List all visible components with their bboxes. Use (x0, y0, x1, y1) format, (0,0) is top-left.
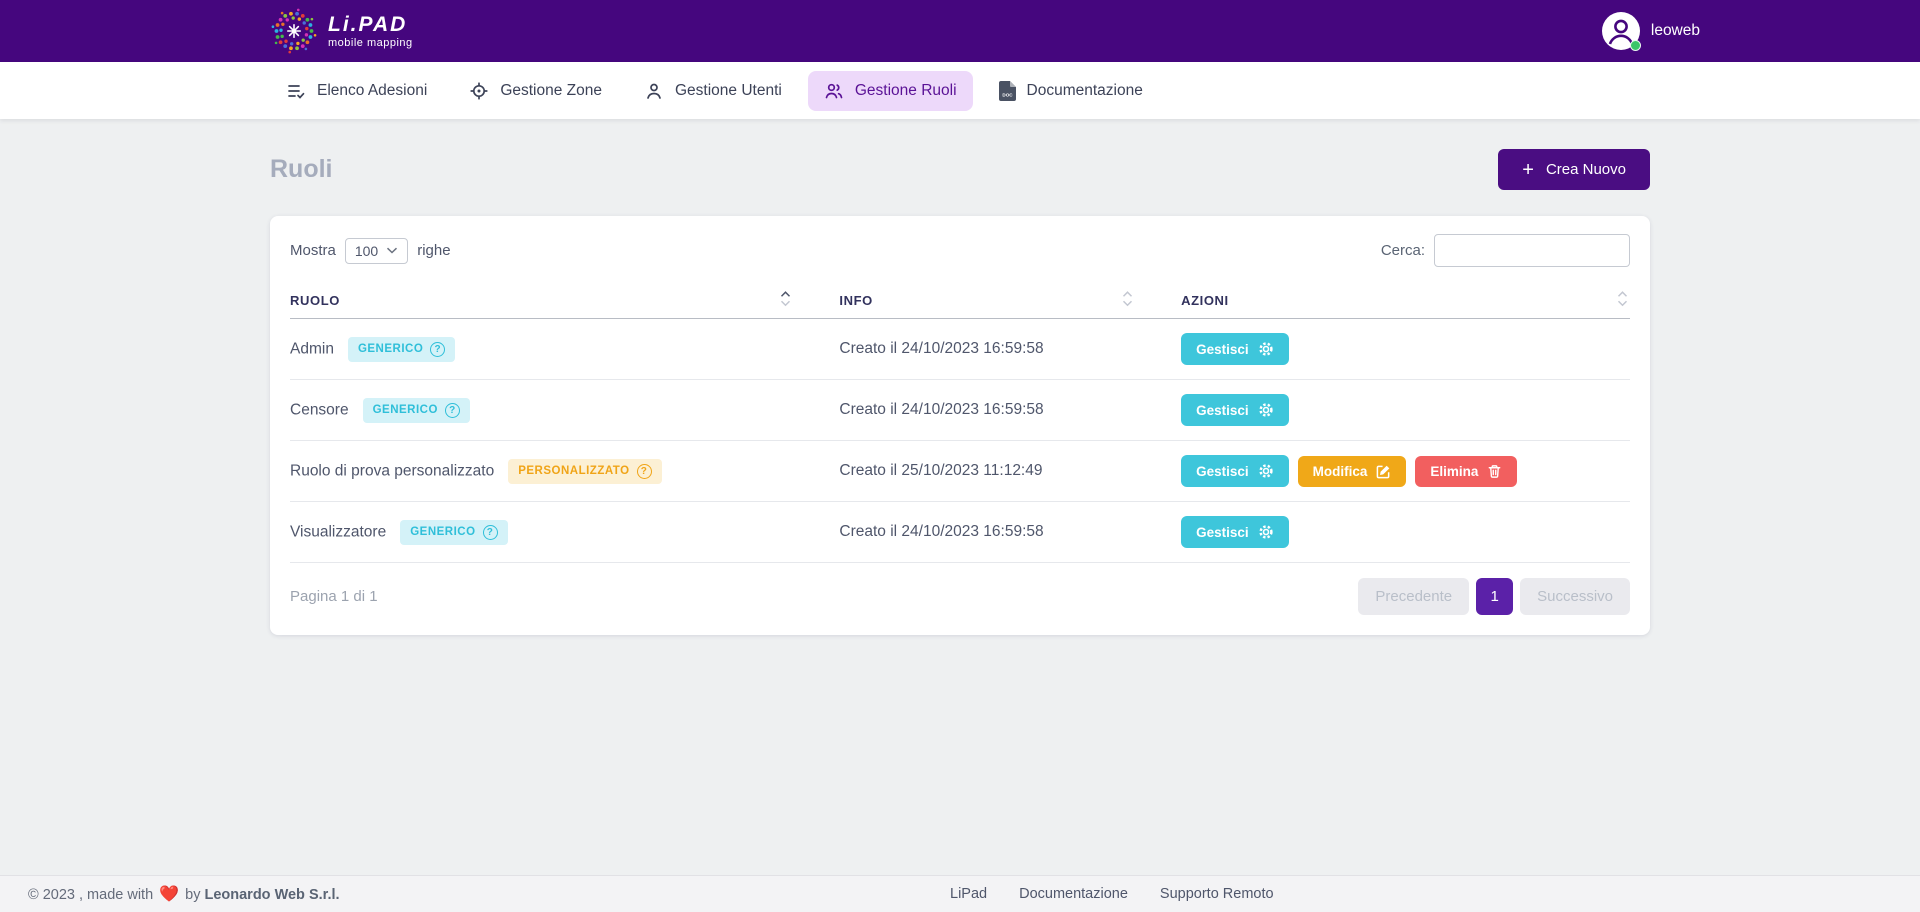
nav-documentazione[interactable]: DOC Documentazione (983, 71, 1159, 111)
nav-label: Elenco Adesioni (317, 82, 427, 100)
role-name: Ruolo di prova personalizzato (290, 462, 494, 479)
sort-icons (1122, 290, 1133, 306)
page-title: Ruoli (270, 155, 333, 184)
column-header-ruolo[interactable]: RUOLO (290, 281, 839, 319)
gear-icon (1258, 463, 1274, 479)
role-type-badge: PERSONALIZZATO? (508, 459, 661, 484)
table-row: Visualizzatore GENERICO? Creato il 24/10/2… (290, 502, 1630, 563)
role-type-badge: GENERICO? (348, 337, 455, 362)
sort-icons (780, 290, 791, 306)
next-page-button[interactable]: Successivo (1520, 578, 1630, 615)
online-status-dot (1630, 40, 1641, 51)
heart-icon: ❤️ (159, 886, 179, 903)
doc-file-icon: DOC (999, 81, 1016, 101)
created-at-text: Creato il 24/10/2023 16:59:58 (839, 523, 1043, 540)
footer-link-supporto-remoto[interactable]: Supporto Remoto (1160, 886, 1274, 902)
help-icon[interactable]: ? (445, 403, 460, 418)
footer-link-documentazione[interactable]: Documentazione (1019, 886, 1128, 902)
column-header-info[interactable]: INFO (839, 281, 1181, 319)
roles-card: Mostra 100 righe Cerca: (270, 216, 1650, 635)
table-row: Ruolo di prova personalizzato PERSONALIZZ… (290, 441, 1630, 502)
edit-icon (1376, 464, 1391, 479)
roles-table-body: Admin GENERICO? Creato il 24/10/2023 16:59… (290, 319, 1630, 563)
lipad-logo-icon (270, 7, 318, 55)
page-1-button[interactable]: 1 (1476, 578, 1513, 615)
app-logo[interactable]: Li.PAD mobile mapping (270, 7, 413, 55)
list-check-icon (286, 81, 306, 101)
created-at-text: Creato il 24/10/2023 16:59:58 (839, 340, 1043, 357)
nav-label: Gestione Utenti (675, 82, 782, 100)
user-menu[interactable]: leoweb (1602, 12, 1700, 50)
logo-title: Li.PAD (328, 14, 413, 35)
rows-label: righe (417, 242, 450, 259)
role-name: Visualizzatore (290, 523, 386, 540)
created-at-text: Creato il 25/10/2023 11:12:49 (839, 462, 1042, 479)
gestisci-button[interactable]: Gestisci (1181, 516, 1289, 548)
help-icon[interactable]: ? (483, 525, 498, 540)
gestisci-button[interactable]: Gestisci (1181, 455, 1289, 487)
role-type-badge: GENERICO? (363, 398, 470, 423)
nav-gestione-zone[interactable]: Gestione Zone (453, 71, 618, 111)
role-type-badge: GENERICO? (400, 520, 507, 545)
role-name: Censore (290, 401, 349, 418)
previous-page-button[interactable]: Precedente (1358, 578, 1469, 615)
sort-icons (1617, 290, 1628, 306)
column-header-azioni[interactable]: AZIONI (1181, 281, 1630, 319)
footer-links: LiPad Documentazione Supporto Remoto (950, 886, 1274, 902)
user-icon (644, 81, 664, 101)
modifica-button[interactable]: Modifica (1298, 456, 1407, 487)
username-label: leoweb (1651, 22, 1700, 40)
elimina-button[interactable]: Elimina (1415, 456, 1517, 487)
page-summary: Pagina 1 di 1 (290, 588, 378, 605)
create-new-button[interactable]: + Crea Nuovo (1498, 149, 1650, 190)
help-icon[interactable]: ? (430, 342, 445, 357)
footer: © 2023 , made with ❤️ by Leonardo Web S.… (0, 875, 1920, 912)
gestisci-button[interactable]: Gestisci (1181, 394, 1289, 426)
gear-icon (1258, 402, 1274, 418)
role-name: Admin (290, 340, 334, 357)
table-row: Censore GENERICO? Creato il 24/10/2023 16:… (290, 380, 1630, 441)
footer-link-lipad[interactable]: LiPad (950, 886, 987, 902)
logo-subtitle: mobile mapping (328, 38, 413, 49)
nav-label: Documentazione (1027, 82, 1143, 100)
nav-label: Gestione Ruoli (855, 82, 957, 100)
show-label: Mostra (290, 242, 336, 259)
users-icon (824, 81, 844, 101)
copyright: © 2023 , made with ❤️ by Leonardo Web S.… (28, 884, 340, 904)
nav-label: Gestione Zone (500, 82, 602, 100)
main-nav: Elenco Adesioni Gestione Zone Gestione U… (0, 62, 1920, 119)
pagination: Precedente 1 Successivo (1358, 578, 1630, 615)
nav-gestione-ruoli[interactable]: Gestione Ruoli (808, 71, 973, 111)
created-at-text: Creato il 24/10/2023 16:59:58 (839, 401, 1043, 418)
help-icon[interactable]: ? (637, 464, 652, 479)
search-label: Cerca: (1381, 242, 1425, 259)
gear-icon (1258, 524, 1274, 540)
target-icon (469, 81, 489, 101)
plus-icon: + (1522, 160, 1534, 180)
company-name: Leonardo Web S.r.l. (204, 887, 339, 903)
svg-text:DOC: DOC (1002, 92, 1013, 97)
nav-elenco-adesioni[interactable]: Elenco Adesioni (270, 71, 443, 111)
gestisci-button[interactable]: Gestisci (1181, 333, 1289, 365)
roles-table: RUOLO INFO (290, 281, 1630, 563)
gear-icon (1258, 341, 1274, 357)
table-row: Admin GENERICO? Creato il 24/10/2023 16:59… (290, 319, 1630, 380)
nav-gestione-utenti[interactable]: Gestione Utenti (628, 71, 798, 111)
search-input[interactable] (1434, 234, 1630, 267)
chevron-down-icon (386, 247, 398, 254)
trash-icon (1487, 464, 1502, 479)
avatar (1602, 12, 1640, 50)
page-size-select[interactable]: 100 (345, 238, 408, 264)
top-header: Li.PAD mobile mapping leoweb (0, 0, 1920, 62)
